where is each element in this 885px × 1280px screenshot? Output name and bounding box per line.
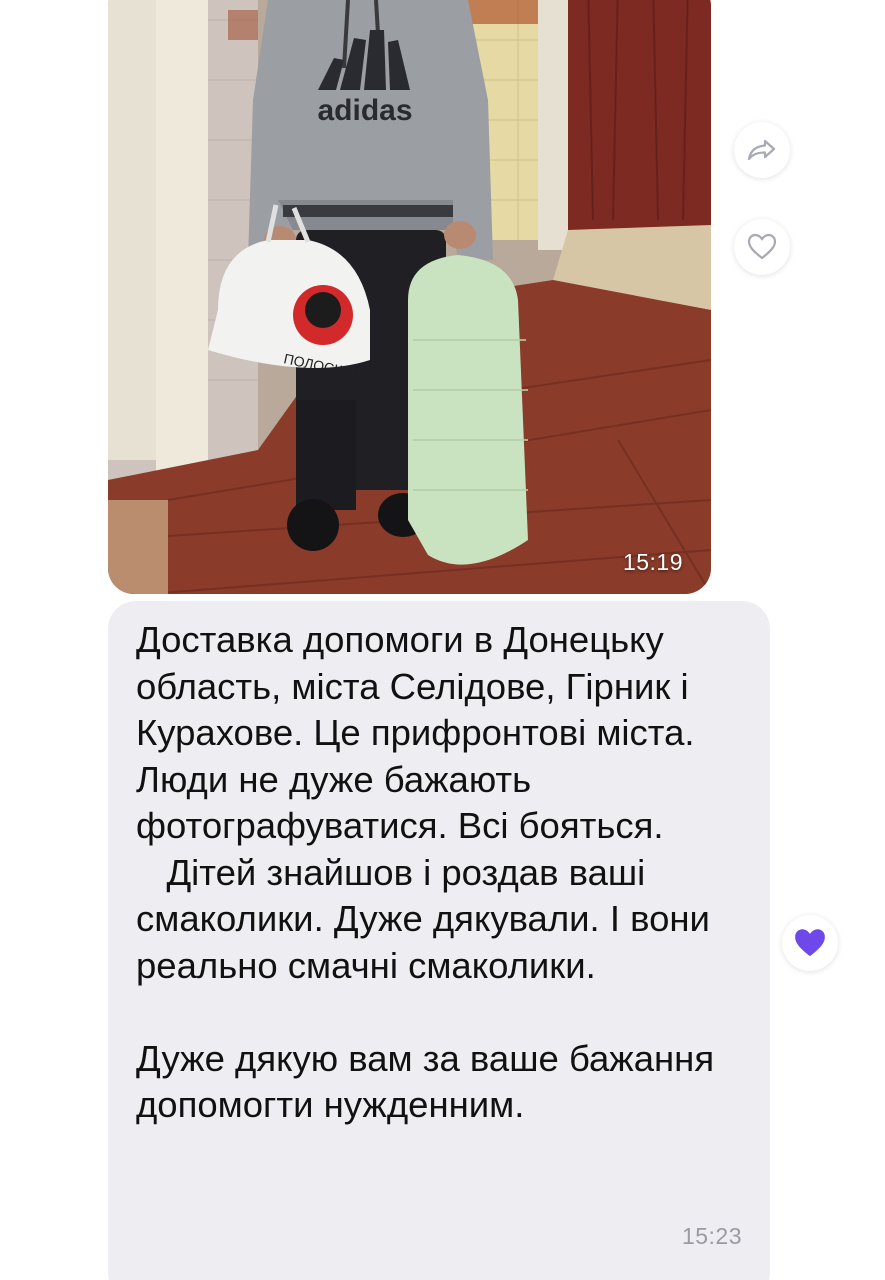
photo-message[interactable]: adidas ПОЛОСКУН 15:19: [108, 0, 711, 594]
message-timestamp: 15:23: [681, 1223, 742, 1249]
like-button[interactable]: [734, 219, 790, 275]
share-button[interactable]: [734, 122, 790, 178]
photo-timestamp: 15:19: [622, 549, 683, 575]
reaction-button[interactable]: [782, 915, 838, 971]
share-arrow-icon: [747, 139, 776, 161]
photo-image[interactable]: adidas ПОЛОСКУН: [108, 0, 711, 594]
hoodie-brand-text: adidas: [317, 94, 412, 127]
heart-filled-icon: [795, 929, 825, 957]
message-text: Доставка допомоги в Донецьку область, мі…: [136, 619, 715, 1125]
chat-view: adidas ПОЛОСКУН 15:19 Доставка допомоги …: [0, 0, 885, 1280]
text-message-bubble[interactable]: Доставка допомоги в Донецьку область, мі…: [108, 601, 770, 1280]
heart-outline-icon: [747, 233, 777, 260]
